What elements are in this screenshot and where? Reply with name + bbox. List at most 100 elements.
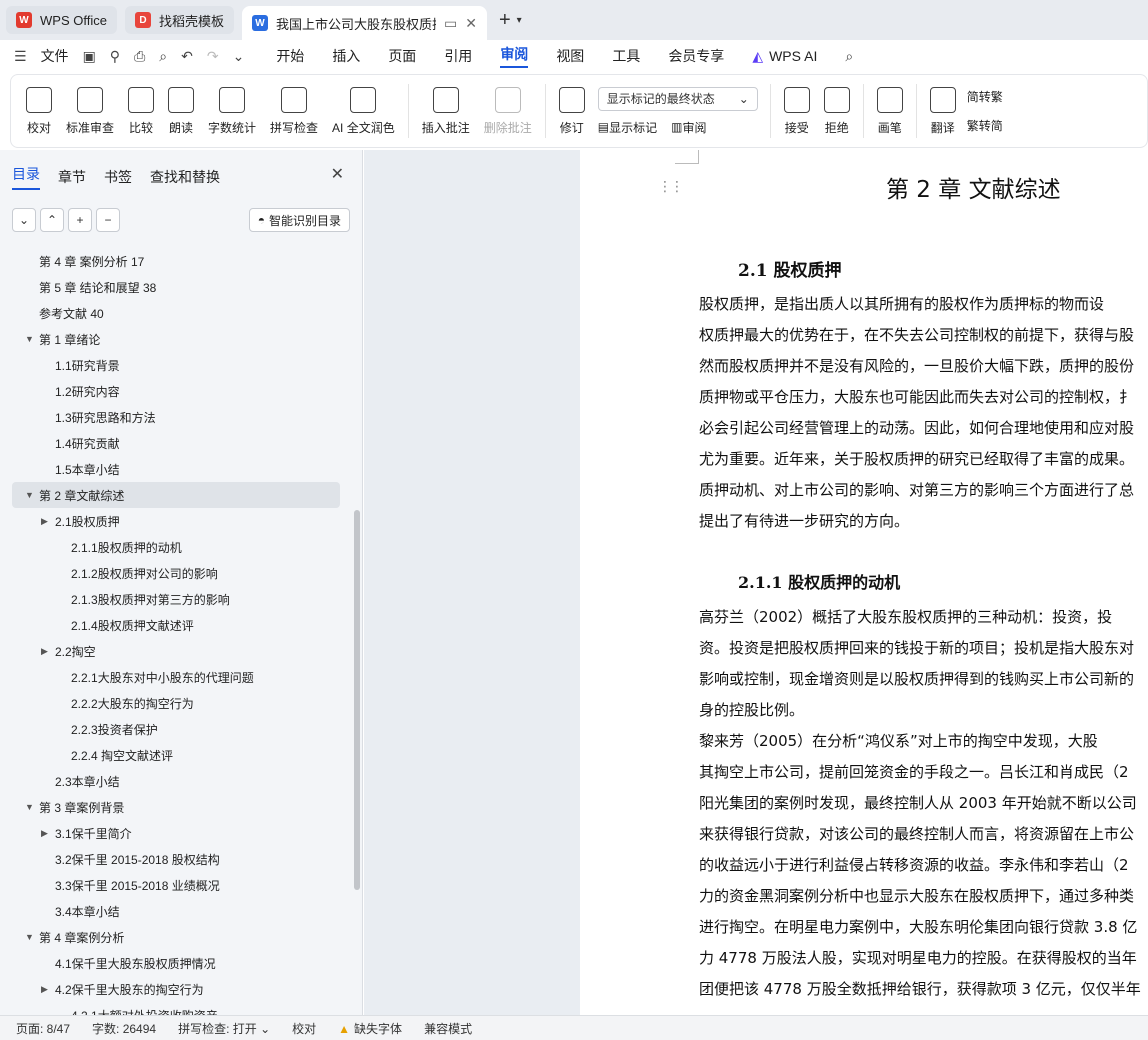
- to-simplified-button[interactable]: 繁转简: [967, 117, 1003, 134]
- chevron-down-icon[interactable]: ⌄: [233, 48, 245, 65]
- show-marks-button[interactable]: ▤ 显示标记: [598, 119, 657, 136]
- toc-item[interactable]: 1.4研究贡献: [0, 430, 352, 456]
- undo-icon[interactable]: ↶: [181, 48, 193, 65]
- toc-item[interactable]: ▼ 第 4 章案例分析: [0, 924, 352, 950]
- to-traditional-button[interactable]: 简转繁: [967, 88, 1003, 105]
- toc-item[interactable]: 2.3本章小结: [0, 768, 352, 794]
- ai-polish-button[interactable]: AI 全文润色: [332, 86, 395, 136]
- print-icon[interactable]: ⎙: [134, 48, 145, 65]
- toc-item[interactable]: ▶ 2.1股权质押: [0, 508, 352, 534]
- insert-comment-button[interactable]: 插入批注: [422, 86, 470, 136]
- toc-item[interactable]: 2.1.1股权质押的动机: [0, 534, 352, 560]
- pen-button[interactable]: 画笔: [876, 86, 903, 136]
- proof-status[interactable]: 校对: [292, 1020, 316, 1037]
- scrollbar[interactable]: [354, 510, 360, 890]
- translate-button[interactable]: 翻译: [929, 86, 956, 136]
- menu-insert[interactable]: 插入: [332, 46, 360, 66]
- collapse-arrow-icon[interactable]: ▶: [41, 984, 48, 995]
- tab-chapters[interactable]: 章节: [58, 167, 86, 187]
- expand-arrow-icon[interactable]: ▼: [25, 490, 34, 500]
- toc-item[interactable]: ▶ 4.2保千里大股东的掏空行为: [0, 976, 352, 1002]
- toc-item[interactable]: 1.2研究内容: [0, 378, 352, 404]
- collapse-arrow-icon[interactable]: ▶: [41, 646, 48, 657]
- toc-item[interactable]: ▼ 第 1 章绪论: [0, 326, 352, 352]
- missing-font-status[interactable]: ▲ 缺失字体: [338, 1020, 402, 1037]
- search-icon[interactable]: ⌕: [845, 48, 853, 65]
- toc-item[interactable]: ▼ 第 3 章案例背景: [0, 794, 352, 820]
- save-icon[interactable]: ▣: [83, 48, 96, 65]
- drag-handle-icon[interactable]: ⋮⋮: [658, 178, 684, 195]
- expand-arrow-icon[interactable]: ▼: [25, 932, 34, 942]
- expand-arrow-icon[interactable]: ▼: [25, 334, 34, 344]
- read-aloud-button[interactable]: 朗读: [168, 86, 195, 136]
- toc-item[interactable]: 1.5本章小结: [0, 456, 352, 482]
- close-icon[interactable]: ✕: [465, 15, 477, 32]
- menu-review[interactable]: 审阅: [500, 44, 529, 68]
- toc-item[interactable]: 3.4本章小结: [0, 898, 352, 924]
- proofread-button[interactable]: 校对: [26, 86, 52, 136]
- toc-item[interactable]: 参考文献 40: [0, 300, 352, 326]
- hamburger-icon[interactable]: ☰: [14, 48, 27, 65]
- toc-item[interactable]: 4.1保千里大股东股权质押情况: [0, 950, 352, 976]
- toc-item[interactable]: 1.1研究背景: [0, 352, 352, 378]
- spell-check-status[interactable]: 拼写检查: 打开 ⌄: [178, 1020, 270, 1037]
- toc-item[interactable]: 3.2保千里 2015-2018 股权结构: [0, 846, 352, 872]
- tab-docer-templates[interactable]: D 找稻壳模板: [124, 6, 234, 34]
- tab-toc[interactable]: 目录: [12, 164, 40, 190]
- delete-comment-button[interactable]: 删除批注: [484, 86, 532, 136]
- collapse-arrow-icon[interactable]: ▶: [41, 828, 48, 839]
- toc-item[interactable]: 第 4 章 案例分析 17: [0, 248, 352, 274]
- chevron-up-icon[interactable]: ⌃: [40, 208, 64, 232]
- share-icon[interactable]: ⚲: [110, 48, 120, 65]
- accept-button[interactable]: 接受: [783, 86, 810, 136]
- toc-item[interactable]: 2.2.3投资者保护: [0, 716, 352, 742]
- track-changes-button[interactable]: 修订: [558, 86, 585, 136]
- spell-check-button[interactable]: 拼写检查: [270, 86, 318, 136]
- smart-toc-button[interactable]: ◓ 智能识别目录: [248, 208, 350, 232]
- compare-button[interactable]: 比较: [128, 86, 155, 136]
- document-page[interactable]: ⋮⋮ 第 2 章 文献综述 2.1 股权质押 股权质押，是指出质人以其所拥有的股…: [580, 150, 1148, 1015]
- display-mode-select[interactable]: 显示标记的最终状态 ⌄: [597, 86, 758, 111]
- standard-review-button[interactable]: 标准审查: [66, 86, 114, 136]
- tab-wps-office[interactable]: W WPS Office: [6, 6, 117, 34]
- word-count[interactable]: 字数: 26494: [92, 1020, 156, 1037]
- tab-find-replace[interactable]: 查找和替换: [150, 167, 220, 187]
- toc-item[interactable]: 第 5 章 结论和展望 38: [0, 274, 352, 300]
- toc-item[interactable]: 1.3研究思路和方法: [0, 404, 352, 430]
- new-tab-icon[interactable]: +: [499, 9, 511, 32]
- chevron-down-icon[interactable]: ▾: [517, 15, 522, 26]
- toc-item[interactable]: 3.3保千里 2015-2018 业绩概况: [0, 872, 352, 898]
- toc-item[interactable]: 4.2.1大额对外投资收购资产: [0, 1002, 352, 1016]
- reject-button[interactable]: 拒绝: [823, 86, 850, 136]
- redo-icon[interactable]: ↷: [207, 48, 219, 65]
- toc-item[interactable]: ▶ 3.1保千里简介: [0, 820, 352, 846]
- page-count[interactable]: 页面: 8/47: [16, 1020, 70, 1037]
- review-pane-button[interactable]: ▥ 审阅: [671, 119, 706, 136]
- menu-wps-ai[interactable]: WPS AI: [769, 48, 817, 64]
- menu-view[interactable]: 视图: [556, 46, 584, 66]
- toc-item[interactable]: 2.1.2股权质押对公司的影响: [0, 560, 352, 586]
- close-icon[interactable]: ✕: [331, 164, 344, 184]
- menu-tools[interactable]: 工具: [612, 46, 640, 66]
- menu-file[interactable]: 文件: [41, 46, 69, 66]
- tab-bookmarks[interactable]: 书签: [104, 167, 132, 187]
- tab-document[interactable]: W 我国上市公司大股东股权质押 ▭ ✕: [241, 6, 487, 40]
- add-icon[interactable]: +: [68, 208, 92, 232]
- word-count-button[interactable]: 字数统计: [208, 86, 256, 136]
- monitor-icon[interactable]: ▭: [444, 15, 457, 32]
- toc-item[interactable]: ▼ 第 2 章文献综述: [12, 482, 340, 508]
- print-preview-icon[interactable]: ⌕: [159, 48, 167, 65]
- menu-home[interactable]: 开始: [276, 46, 304, 66]
- toc-item[interactable]: 2.2.2大股东的掏空行为: [0, 690, 352, 716]
- toc-item[interactable]: 2.1.4股权质押文献述评: [0, 612, 352, 638]
- toc-item[interactable]: 2.1.3股权质押对第三方的影响: [0, 586, 352, 612]
- menu-references[interactable]: 引用: [444, 46, 472, 66]
- expand-arrow-icon[interactable]: ▼: [25, 802, 34, 812]
- toc-item[interactable]: 2.2.1大股东对中小股东的代理问题: [0, 664, 352, 690]
- collapse-arrow-icon[interactable]: ▶: [41, 516, 48, 527]
- minus-icon[interactable]: −: [96, 208, 120, 232]
- menu-page[interactable]: 页面: [388, 46, 416, 66]
- toc-item[interactable]: 2.2.4 掏空文献述评: [0, 742, 352, 768]
- toc-item[interactable]: ▶ 2.2掏空: [0, 638, 352, 664]
- menu-member[interactable]: 会员专享: [668, 46, 724, 66]
